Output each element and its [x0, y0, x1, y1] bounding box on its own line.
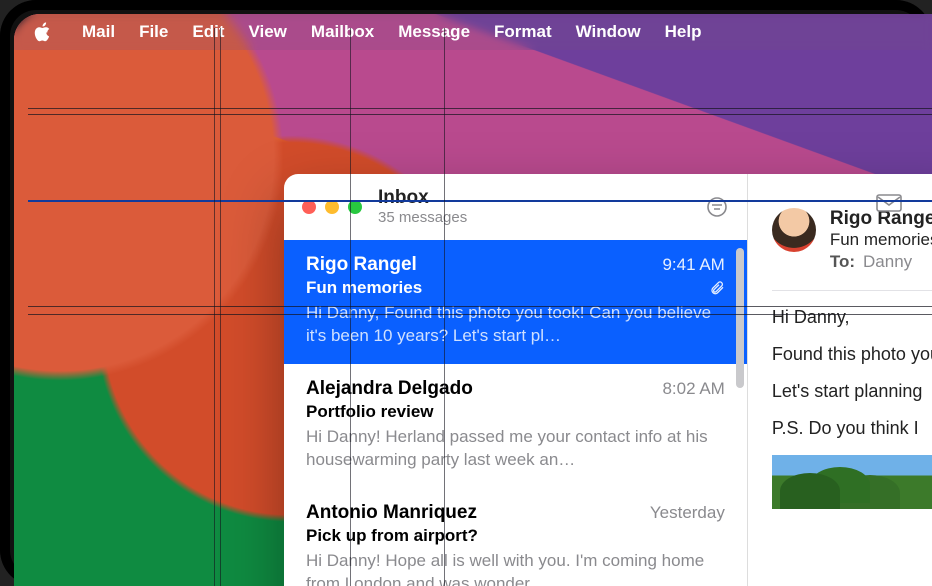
menubar-item-mailbox[interactable]: Mailbox	[311, 22, 374, 42]
menubar-item-view[interactable]: View	[248, 22, 286, 42]
mailbox-title-block: Inbox 35 messages	[378, 187, 689, 228]
body-line: Found this photo you took!	[772, 344, 932, 365]
message-row[interactable]: Alejandra Delgado 8:02 AM Portfolio revi…	[284, 364, 747, 488]
message-time: 8:02 AM	[662, 379, 724, 399]
device-frame: Mail File Edit View Mailbox Message Form…	[0, 0, 932, 586]
body-line: Let's start planning	[772, 381, 932, 402]
message-from: Antonio Manriquez	[306, 502, 477, 524]
message-preview: Hi Danny! Herland passed me your contact…	[306, 426, 725, 472]
menubar-item-file[interactable]: File	[139, 22, 168, 42]
menubar-app-name[interactable]: Mail	[82, 22, 115, 42]
reading-pane: Rigo Rangel Fun memories To:Danny Hi Dan…	[748, 174, 932, 586]
message-time: 9:41 AM	[662, 255, 724, 275]
zoom-button[interactable]	[348, 200, 362, 214]
menubar-item-message[interactable]: Message	[398, 22, 470, 42]
message-from: Alejandra Delgado	[306, 378, 473, 400]
minimize-button[interactable]	[325, 200, 339, 214]
message-preview: Hi Danny! Hope all is well with you. I'm…	[306, 550, 725, 586]
menubar-item-help[interactable]: Help	[665, 22, 702, 42]
mail-window: Inbox 35 messages Rigo Rangel 9:41 AM	[284, 174, 932, 586]
close-button[interactable]	[302, 200, 316, 214]
message-subject: Pick up from airport?	[306, 526, 478, 546]
menubar: Mail File Edit View Mailbox Message Form…	[14, 14, 932, 50]
reader-to-label: To:	[830, 252, 855, 271]
menubar-item-window[interactable]: Window	[576, 22, 641, 42]
message-list-pane: Inbox 35 messages Rigo Rangel 9:41 AM	[284, 174, 748, 586]
message-subject: Fun memories	[306, 278, 422, 298]
message-row[interactable]: Antonio Manriquez Yesterday Pick up from…	[284, 488, 747, 586]
reader-header: Rigo Rangel Fun memories To:Danny	[772, 208, 932, 272]
menubar-item-format[interactable]: Format	[494, 22, 552, 42]
apple-menu-icon[interactable]	[34, 22, 58, 42]
toolbar-right	[876, 192, 932, 216]
message-list[interactable]: Rigo Rangel 9:41 AM Fun memories Hi Dann…	[284, 240, 747, 586]
message-row[interactable]: Rigo Rangel 9:41 AM Fun memories Hi Dann…	[284, 240, 747, 364]
reader-to-name: Danny	[863, 252, 912, 271]
menubar-item-edit[interactable]: Edit	[192, 22, 224, 42]
avatar	[772, 208, 816, 252]
attachment-icon	[709, 280, 725, 296]
reader-to: To: Danny	[830, 252, 932, 272]
screen: Mail File Edit View Mailbox Message Form…	[14, 14, 932, 586]
message-from: Rigo Rangel	[306, 254, 417, 276]
new-mail-icon[interactable]	[876, 192, 902, 216]
divider	[772, 290, 932, 291]
attachment-image[interactable]	[772, 455, 932, 509]
mailbox-subtitle: 35 messages	[378, 209, 689, 227]
body-line: Hi Danny,	[772, 307, 932, 328]
message-subject: Portfolio review	[306, 402, 434, 422]
scrollbar-thumb[interactable]	[736, 248, 744, 388]
mailbox-title: Inbox	[378, 187, 689, 210]
reader-body: Hi Danny, Found this photo you took! Let…	[772, 307, 932, 439]
message-preview: Hi Danny, Found this photo you took! Can…	[306, 302, 725, 348]
traffic-lights	[302, 200, 362, 214]
window-titlebar: Inbox 35 messages	[284, 174, 747, 240]
filter-icon[interactable]	[705, 195, 729, 219]
message-time: Yesterday	[650, 503, 725, 523]
body-line: P.S. Do you think I	[772, 418, 932, 439]
reader-subject: Fun memories	[830, 230, 932, 250]
